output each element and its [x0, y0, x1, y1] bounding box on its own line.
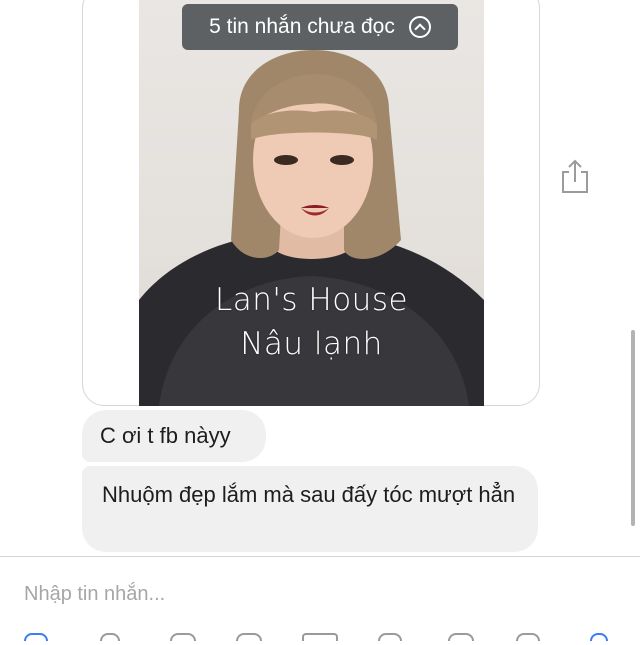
scrollbar[interactable]	[631, 330, 635, 526]
share-icon[interactable]	[559, 158, 591, 194]
unread-messages-banner[interactable]: 5 tin nhắn chưa đọc	[182, 4, 458, 50]
attachment-photo[interactable]: Lan's House Nâu lạnh	[139, 0, 484, 406]
message-bubble[interactable]: C ơi t fb nàyy	[82, 410, 266, 462]
message-composer: Nhập tin nhắn...	[0, 556, 640, 641]
chevron-up-circle-icon	[408, 16, 431, 38]
attachment-caption-line2: Nâu lạnh	[240, 326, 383, 362]
message-bubble[interactable]: Nhuộm đẹp lắm mà sau đấy tóc mượt hẳn	[82, 466, 538, 552]
composer-toolbar	[0, 633, 640, 645]
message-input[interactable]: Nhập tin nhắn...	[24, 583, 165, 606]
message-text: C ơi t fb nàyy	[100, 423, 231, 448]
message-text: Nhuộm đẹp lắm mà sau đấy tóc mượt hẳn	[102, 482, 516, 507]
unread-messages-label: 5 tin nhắn chưa đọc	[209, 15, 395, 38]
conversation-area: Lan's House Nâu lạnh 5 tin nhắn chưa đọc…	[0, 0, 640, 556]
attachment-caption-line1: Lan's House	[214, 282, 409, 318]
